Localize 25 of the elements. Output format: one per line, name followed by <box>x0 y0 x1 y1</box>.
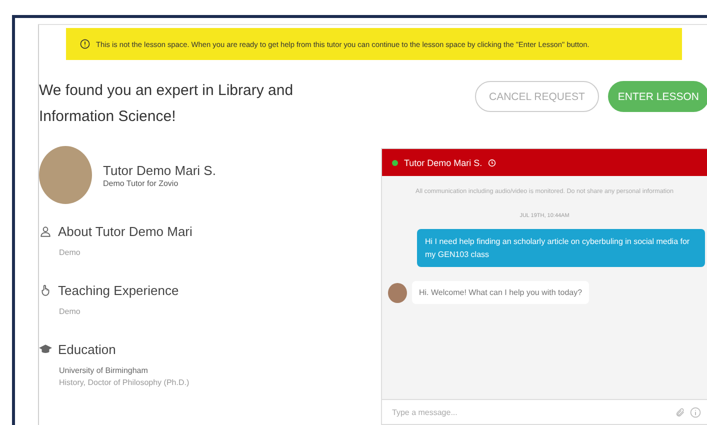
info-icon[interactable] <box>690 406 701 418</box>
message-input[interactable]: Type a message... <box>390 406 670 418</box>
avatar-placeholder <box>388 282 407 302</box>
graduation-cap-icon <box>39 343 52 356</box>
person-icon <box>39 225 52 238</box>
paperclip-icon[interactable] <box>675 406 685 418</box>
section-text: History, Doctor of Philosophy (Ph.D.) <box>59 378 190 387</box>
received-message: Hi. Welcome! What can I help you with today? <box>412 281 590 304</box>
section-text: Demo <box>59 248 82 257</box>
cancel-request-button[interactable]: CANCEL REQUEST <box>475 81 599 112</box>
clock-icon <box>488 158 496 166</box>
section-title: Education <box>58 342 116 357</box>
section-text: Demo <box>59 307 82 316</box>
tutor-name: Tutor Demo Mari S. <box>103 162 216 178</box>
hand-icon <box>39 284 52 297</box>
section-text: University of Birmingham <box>59 366 149 375</box>
section-title: About Tutor Demo Mari <box>58 224 192 239</box>
page-heading: We found you an expert in Library and Information Science! <box>39 81 294 127</box>
enter-lesson-button[interactable]: ENTER LESSON <box>608 81 707 112</box>
chat-title: Tutor Demo Mari S. <box>404 158 482 168</box>
info-icon <box>80 39 90 49</box>
message-field[interactable]: Type a message... <box>382 399 707 424</box>
section-title: Teaching Experience <box>58 283 179 298</box>
sent-message: Hi I need help finding an scholarly article on cyberbuling in social media for my GEN103 class <box>417 229 705 267</box>
tutor-subtitle: Demo Tutor for Zovio <box>103 178 180 188</box>
